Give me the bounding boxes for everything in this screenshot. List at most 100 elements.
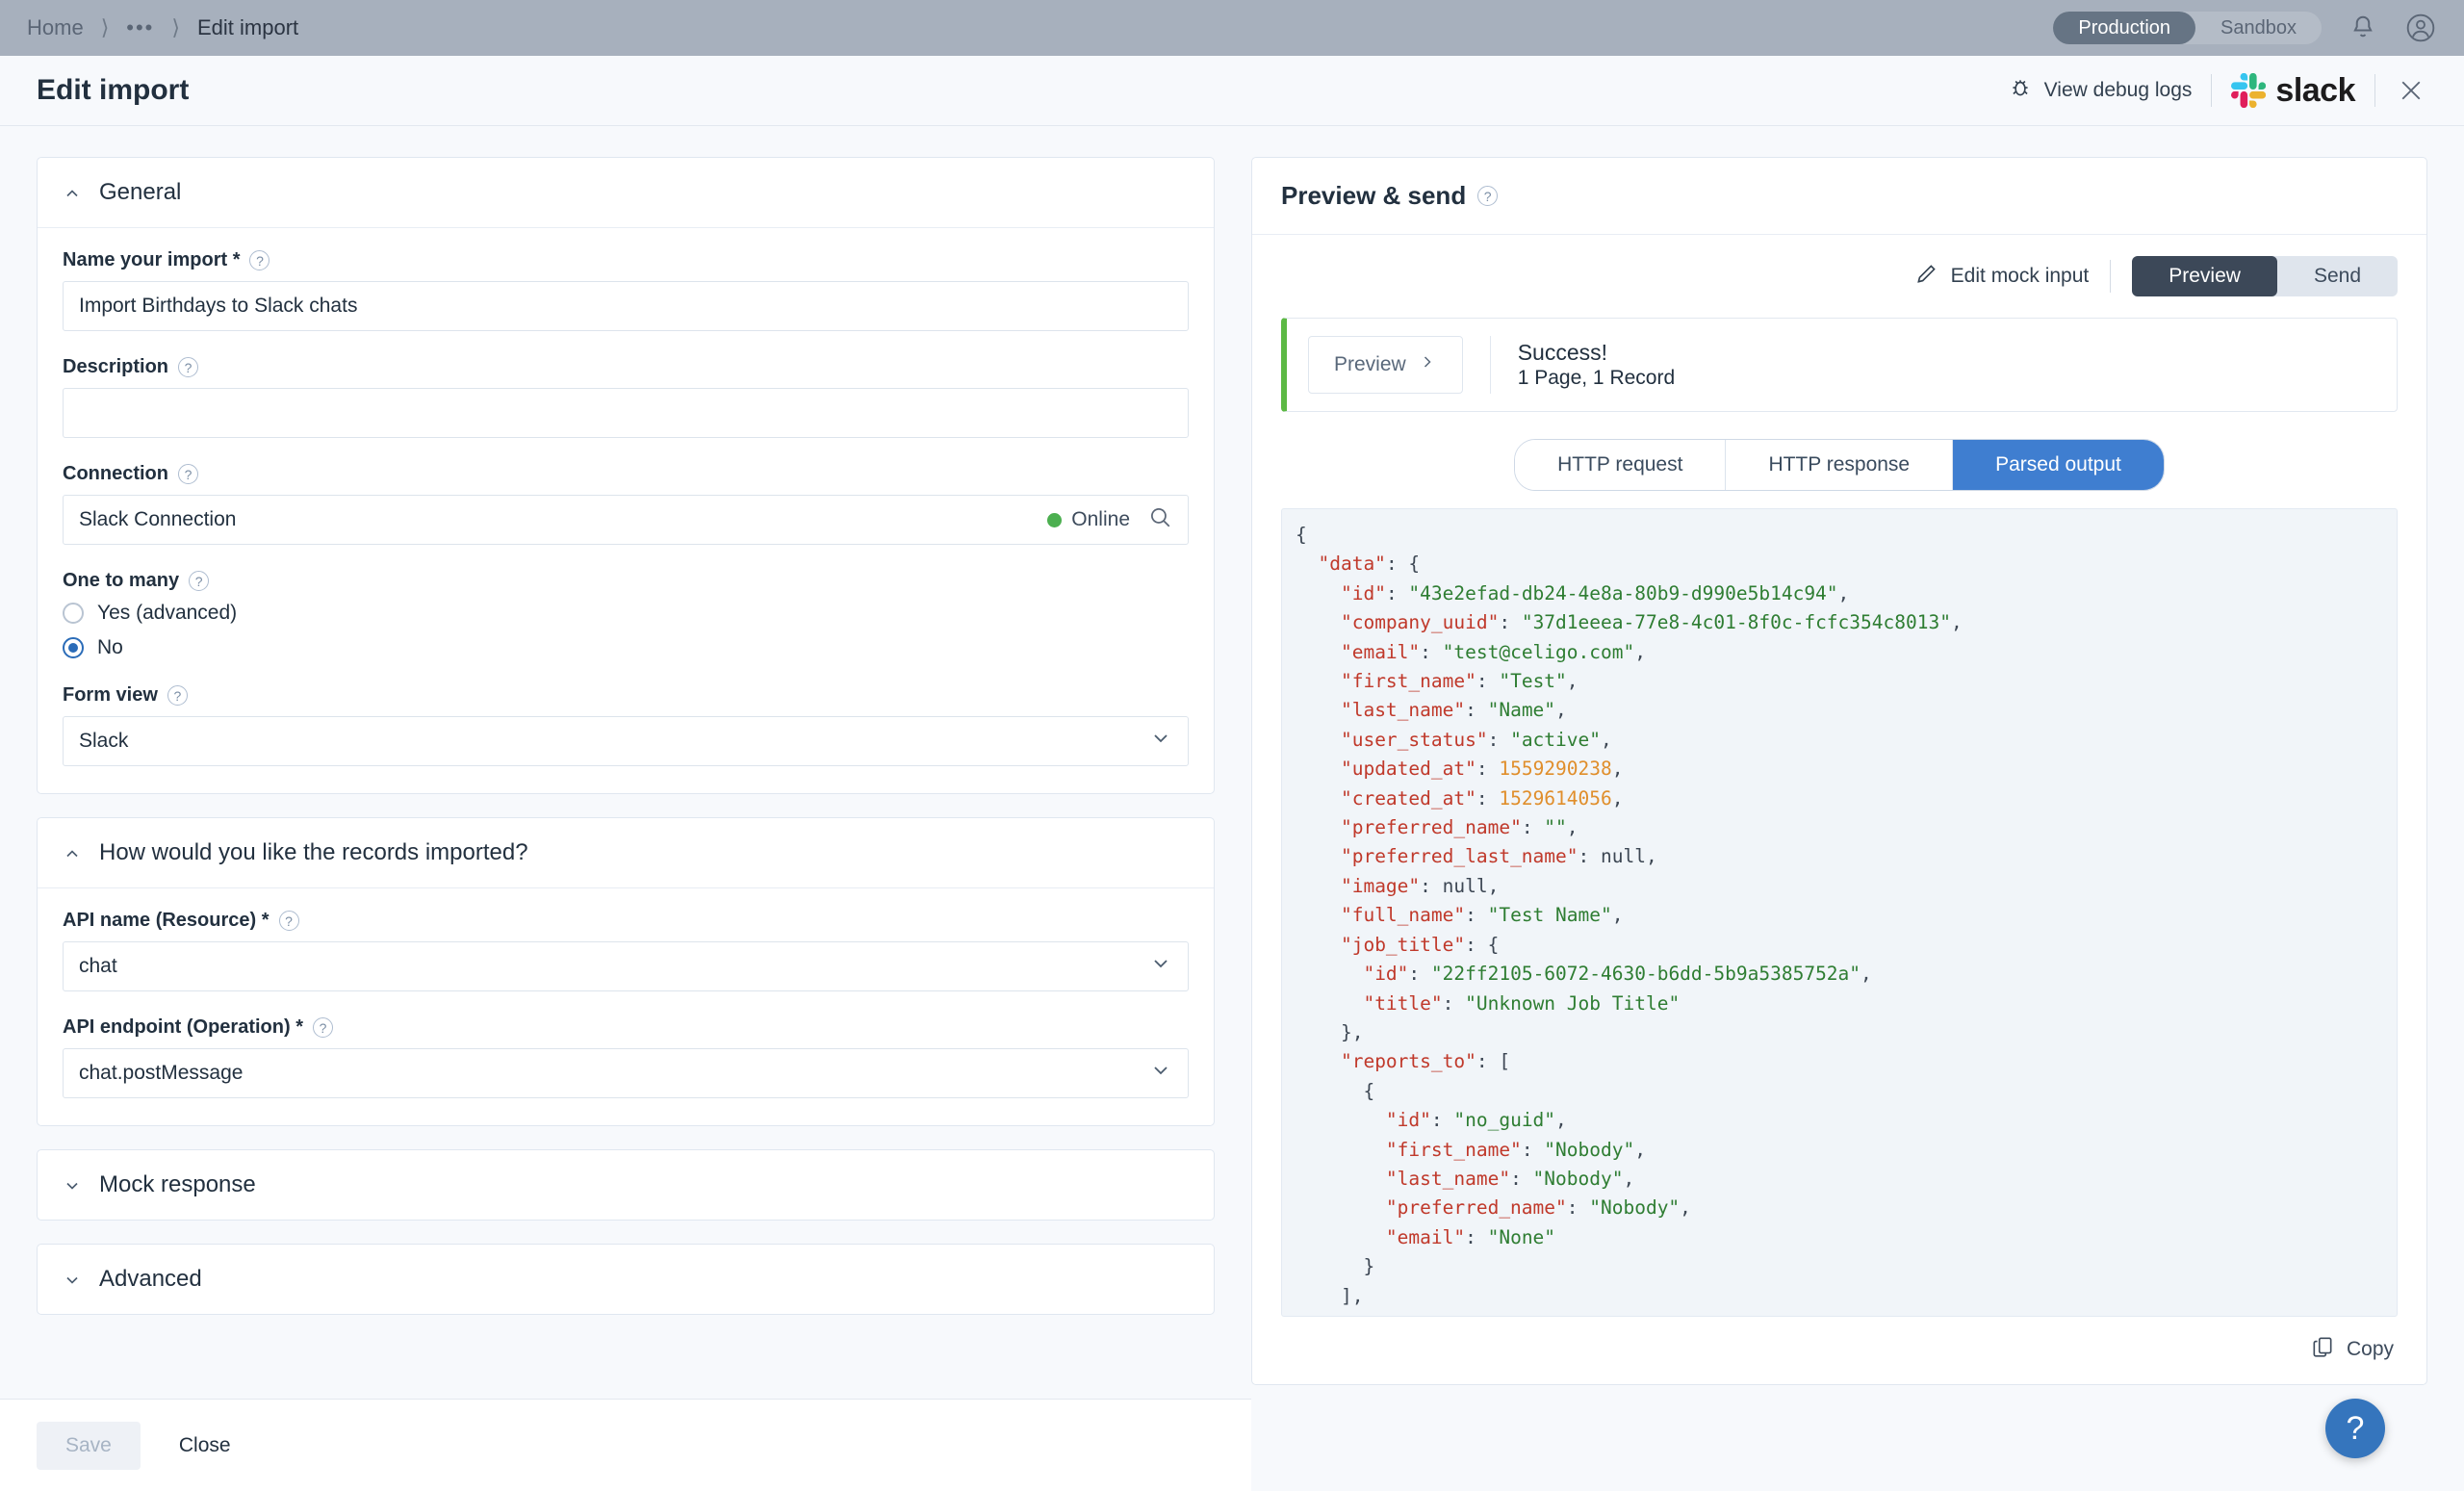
radio-one-to-many-yes[interactable]: Yes (advanced) bbox=[63, 602, 1189, 625]
view-debug-logs-button[interactable]: View debug logs bbox=[2008, 75, 2193, 106]
radio-label-no: No bbox=[97, 636, 123, 658]
chevron-right-icon bbox=[1418, 352, 1437, 377]
copy-button[interactable]: Copy bbox=[2310, 1334, 2394, 1365]
help-icon[interactable]: ? bbox=[1477, 186, 1499, 206]
tab-http-request[interactable]: HTTP request bbox=[1515, 440, 1727, 490]
name-import-label-text: Name your import * bbox=[63, 249, 241, 270]
bell-icon[interactable] bbox=[2347, 12, 2379, 44]
one-to-many-label-text: One to many bbox=[63, 570, 180, 591]
general-section-header[interactable]: General bbox=[38, 158, 1214, 228]
status-subtitle: 1 Page, 1 Record bbox=[1517, 367, 1676, 389]
form-view-label: Form view ? bbox=[63, 684, 1189, 707]
connection-input[interactable]: Slack Connection Online bbox=[63, 495, 1189, 545]
toggle-option-preview[interactable]: Preview bbox=[2132, 256, 2277, 296]
top-bar-right: Production Sandbox bbox=[2053, 12, 2437, 44]
help-fab-button[interactable]: ? bbox=[2325, 1399, 2385, 1458]
close-button[interactable]: Close bbox=[158, 1422, 252, 1470]
copy-row: Copy bbox=[1281, 1317, 2398, 1384]
breadcrumb-separator-icon: ⟩ bbox=[100, 15, 110, 39]
advanced-section-header[interactable]: Advanced bbox=[38, 1245, 1214, 1314]
radio-icon-checked bbox=[63, 637, 84, 658]
help-icon[interactable]: ? bbox=[167, 685, 188, 706]
copy-icon bbox=[2310, 1334, 2335, 1365]
top-bar: Home ⟩ ••• ⟩ Edit import Production Sand… bbox=[0, 0, 2464, 56]
edit-mock-input-button[interactable]: Edit mock input bbox=[1914, 261, 2090, 292]
radio-icon-unchecked bbox=[63, 603, 84, 624]
records-section-header[interactable]: How would you like the records imported? bbox=[38, 818, 1214, 888]
radio-one-to-many-no[interactable]: No bbox=[63, 636, 1189, 659]
records-card: How would you like the records imported?… bbox=[37, 817, 1215, 1126]
form-action-bar: Save Close bbox=[0, 1399, 1251, 1491]
close-icon[interactable] bbox=[2395, 74, 2427, 107]
chevron-up-icon bbox=[63, 843, 82, 862]
form-view-value: Slack bbox=[79, 730, 129, 752]
chevron-down-icon bbox=[1149, 727, 1172, 756]
breadcrumb-item-ellipsis[interactable]: ••• bbox=[126, 16, 154, 38]
help-icon[interactable]: ? bbox=[278, 911, 299, 931]
records-section-body: API name (Resource) * ? chat API endpoin… bbox=[38, 888, 1214, 1125]
advanced-section-title: Advanced bbox=[99, 1266, 202, 1292]
preview-status-box: Preview Success! 1 Page, 1 Record bbox=[1281, 318, 2398, 412]
environment-toggle[interactable]: Production Sandbox bbox=[2053, 12, 2322, 44]
records-section-title: How would you like the records imported? bbox=[99, 839, 528, 865]
breadcrumb-separator-icon: ⟩ bbox=[171, 15, 180, 39]
preview-send-title: Preview & send bbox=[1281, 181, 1467, 210]
connection-label-text: Connection bbox=[63, 463, 168, 484]
connection-status-text: Online bbox=[1071, 508, 1130, 530]
view-debug-logs-label: View debug logs bbox=[2043, 79, 2193, 101]
tab-http-response[interactable]: HTTP response bbox=[1726, 440, 1954, 490]
help-icon[interactable]: ? bbox=[178, 464, 198, 484]
api-name-value: chat bbox=[79, 955, 117, 977]
tab-parsed-output[interactable]: Parsed output bbox=[1953, 440, 2164, 490]
env-option-production[interactable]: Production bbox=[2053, 12, 2196, 44]
preview-run-button[interactable]: Preview bbox=[1308, 336, 1463, 394]
field-form-view: Form view ? Slack bbox=[63, 684, 1189, 766]
name-import-input[interactable]: Import Birthdays to Slack chats bbox=[63, 281, 1189, 331]
one-to-many-label: One to many ? bbox=[63, 570, 1189, 592]
search-icon[interactable] bbox=[1147, 504, 1172, 535]
edit-mock-input-label: Edit mock input bbox=[1950, 265, 2090, 287]
breadcrumb-item-home[interactable]: Home bbox=[27, 15, 84, 40]
help-icon[interactable]: ? bbox=[189, 571, 210, 591]
chevron-down-icon bbox=[63, 1175, 82, 1195]
help-icon[interactable]: ? bbox=[313, 1017, 333, 1038]
online-dot-icon bbox=[1047, 512, 1063, 527]
chevron-down-icon bbox=[1149, 952, 1172, 981]
mock-response-card[interactable]: Mock response bbox=[37, 1149, 1215, 1221]
api-endpoint-select[interactable]: chat.postMessage bbox=[63, 1048, 1189, 1098]
main-content: General Name your import * ? Import Birt… bbox=[0, 126, 2464, 1491]
page-title: Edit import bbox=[37, 74, 190, 106]
field-api-name: API name (Resource) * ? chat bbox=[63, 910, 1189, 991]
chevron-down-icon bbox=[1149, 1059, 1172, 1088]
slack-logo: slack bbox=[2231, 72, 2355, 110]
form-view-select[interactable]: Slack bbox=[63, 716, 1189, 766]
save-button[interactable]: Save bbox=[37, 1421, 141, 1470]
general-section-title: General bbox=[99, 179, 182, 205]
field-api-endpoint: API endpoint (Operation) * ? chat.postMe… bbox=[63, 1016, 1189, 1098]
account-icon[interactable] bbox=[2404, 12, 2437, 44]
api-name-select[interactable]: chat bbox=[63, 941, 1189, 991]
status-title: Success! bbox=[1517, 340, 1608, 365]
copy-label: Copy bbox=[2346, 1338, 2394, 1360]
preview-wrapper: Preview & send ? Edit mock input Preview… bbox=[1251, 157, 2427, 1491]
form-view-label-text: Form view bbox=[63, 684, 158, 706]
api-endpoint-value: chat.postMessage bbox=[79, 1062, 244, 1084]
description-input[interactable] bbox=[63, 388, 1189, 438]
field-name-your-import: Name your import * ? Import Birthdays to… bbox=[63, 249, 1189, 331]
preview-send-toggle[interactable]: Preview Send bbox=[2132, 256, 2398, 296]
env-option-sandbox[interactable]: Sandbox bbox=[2195, 12, 2322, 44]
mock-response-section-header[interactable]: Mock response bbox=[38, 1150, 1214, 1220]
help-icon[interactable]: ? bbox=[178, 357, 199, 377]
slack-wordmark: slack bbox=[2275, 71, 2355, 109]
toggle-option-send[interactable]: Send bbox=[2277, 256, 2398, 296]
output-tabstrip: HTTP request HTTP response Parsed output bbox=[1514, 439, 2165, 491]
bug-icon bbox=[2008, 75, 2033, 106]
divider bbox=[1489, 336, 1491, 394]
slack-mark-icon bbox=[2231, 73, 2267, 108]
help-icon[interactable]: ? bbox=[249, 250, 270, 270]
parsed-output-code[interactable]: { "data": { "id": "43e2efad-db24-4e8a-80… bbox=[1281, 508, 2398, 1317]
breadcrumb-item-current: Edit import bbox=[196, 15, 299, 39]
chevron-down-icon bbox=[63, 1270, 82, 1289]
advanced-card[interactable]: Advanced bbox=[37, 1244, 1215, 1315]
pencil-icon bbox=[1914, 261, 1939, 292]
